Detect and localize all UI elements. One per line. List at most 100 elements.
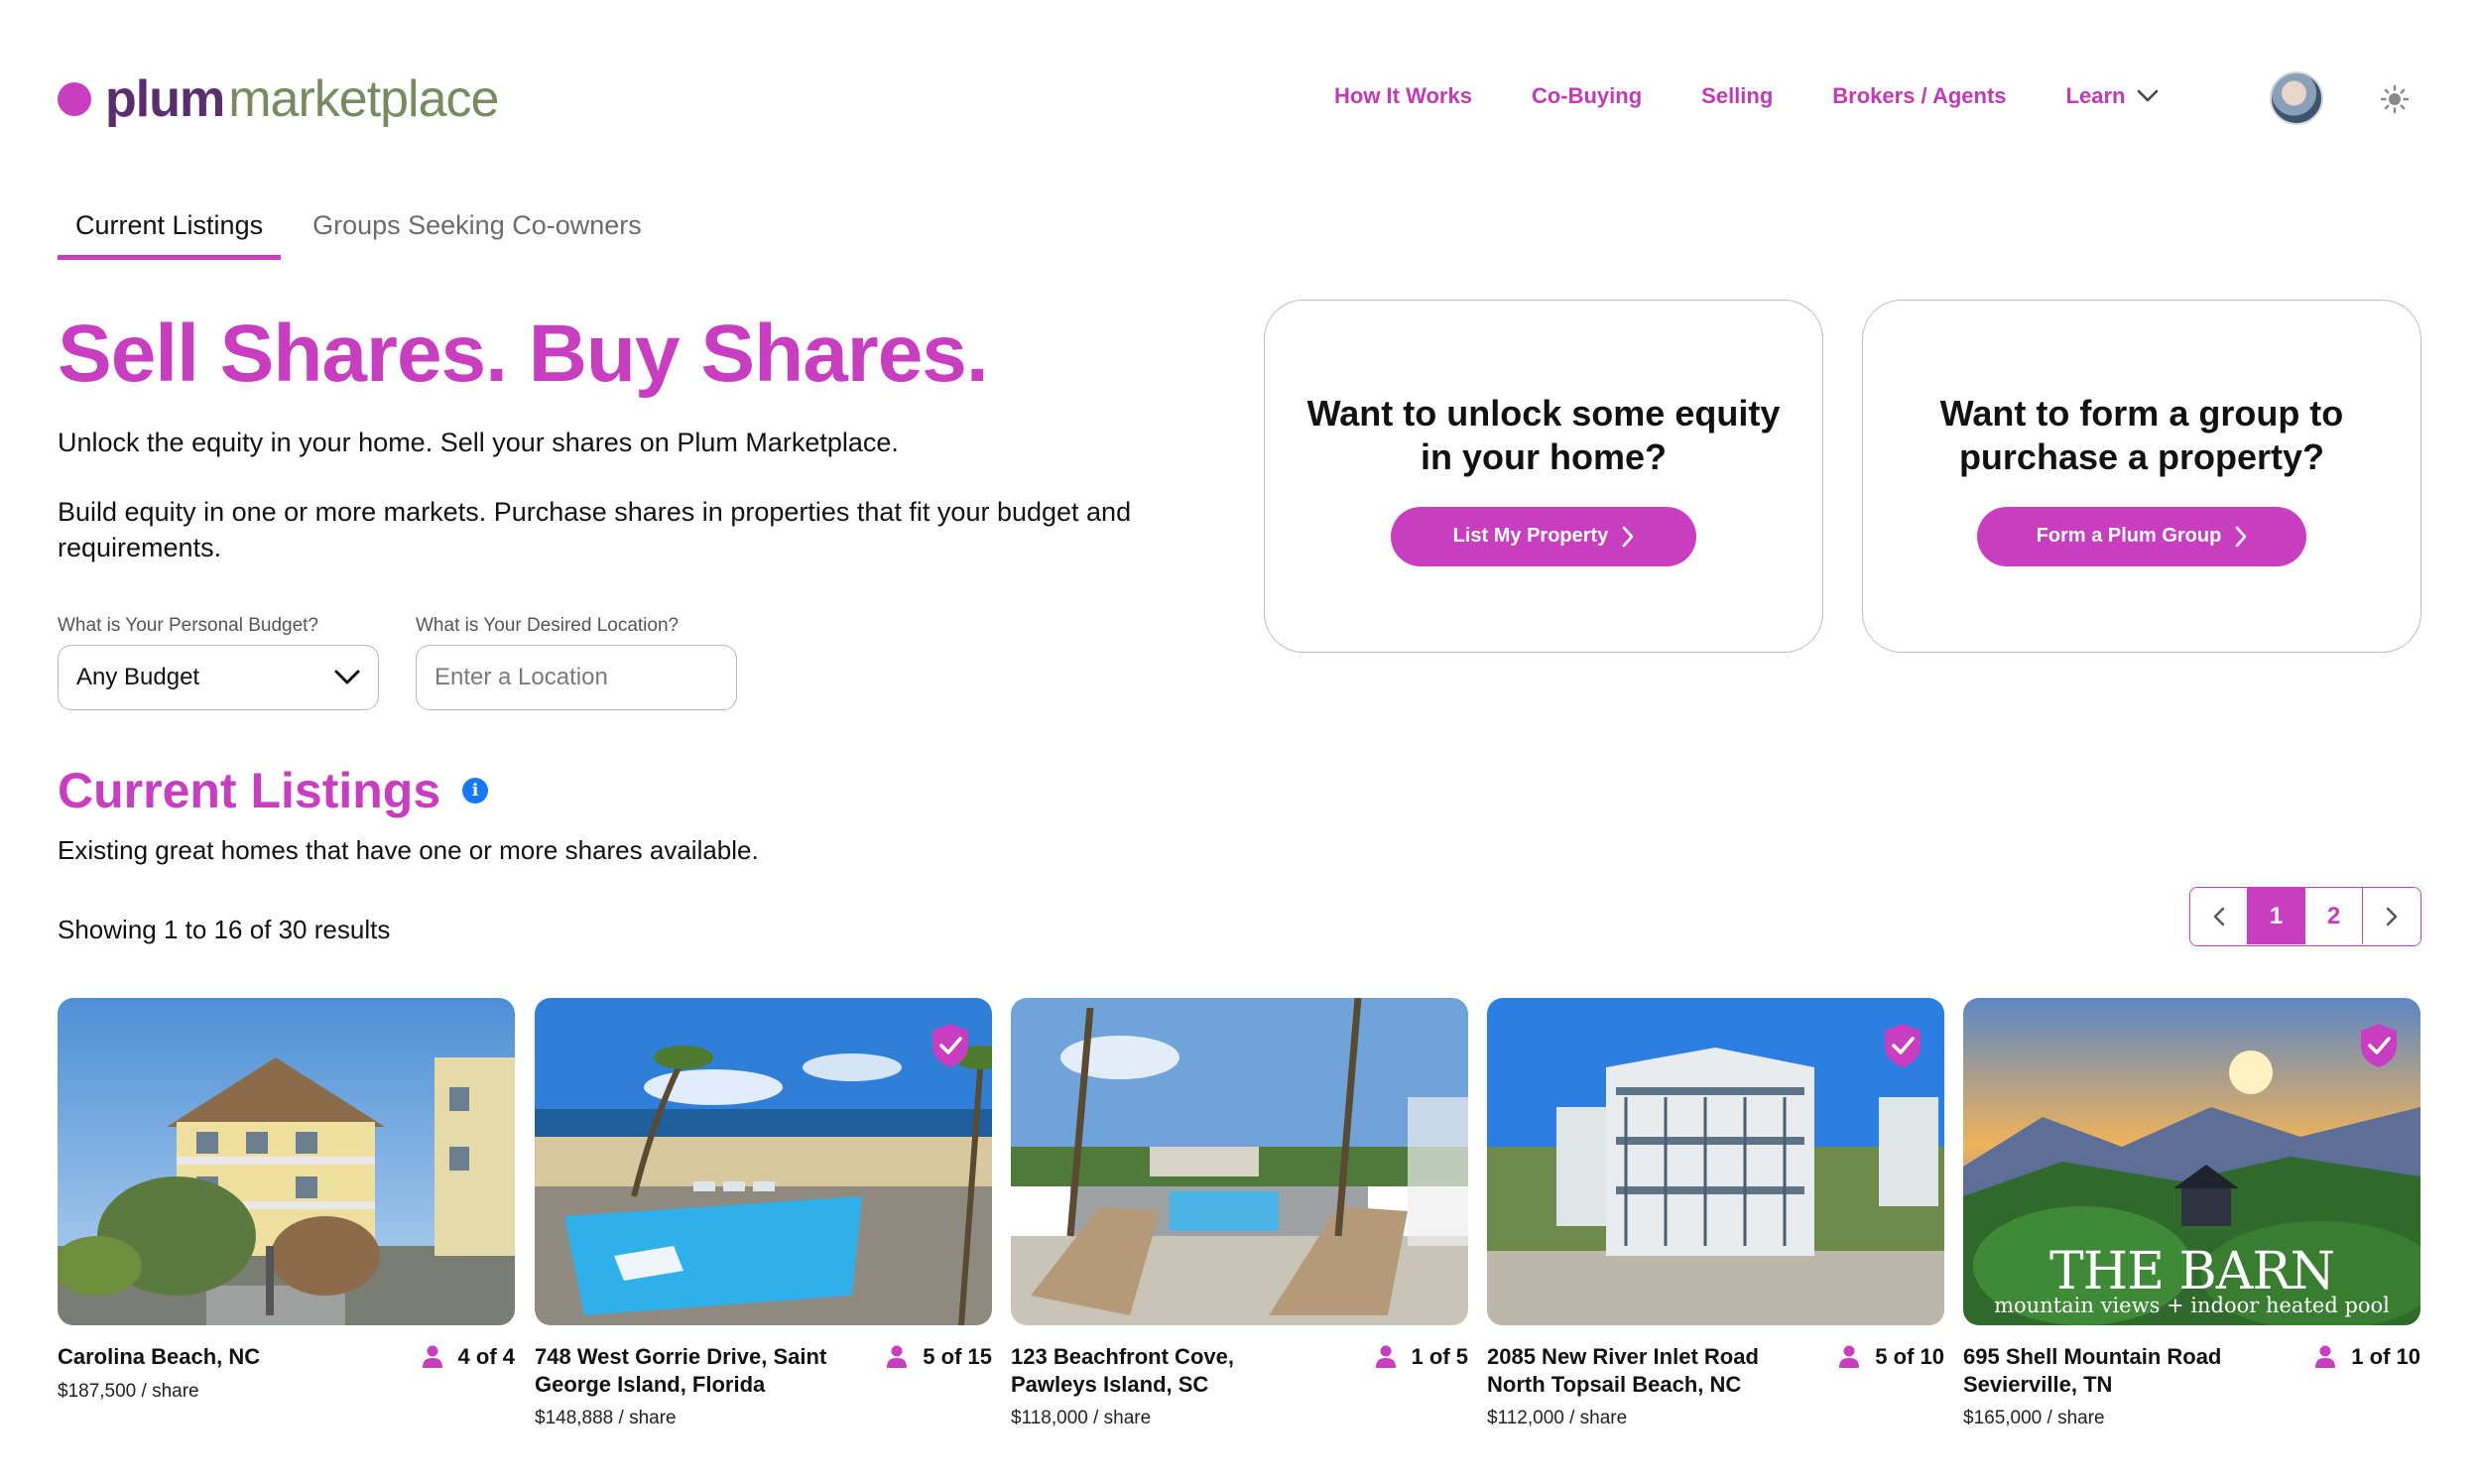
- listing-tabs: Current Listings Groups Seeking Co-owner…: [58, 210, 674, 260]
- cta-heading: Want to form a group to purchase a prope…: [1939, 393, 2344, 477]
- person-icon: [1375, 1345, 1396, 1368]
- listing-address: 123 Beachfront Cove, Pawleys Island, SC: [1011, 1344, 1234, 1397]
- listings-title: Current Listings i: [58, 762, 489, 819]
- listing-photo[interactable]: [1011, 998, 1468, 1325]
- nav-label: How It Works: [1334, 83, 1472, 108]
- user-avatar[interactable]: [2270, 71, 2323, 125]
- nav-label: Co-Buying: [1531, 83, 1643, 108]
- listing-shares: 1 of 5: [1375, 1343, 1468, 1398]
- nav-selling[interactable]: Selling: [1701, 83, 1773, 109]
- chevron-right-icon: [2386, 907, 2398, 926]
- tab-groups-seeking-co-owners[interactable]: Groups Seeking Co-owners: [295, 210, 660, 260]
- nav-label: Learn: [2065, 83, 2126, 108]
- location-label: What is Your Desired Location?: [416, 615, 680, 636]
- listing-info: 748 West Gorrie Drive, Saint George Isla…: [535, 1343, 992, 1398]
- listing-card[interactable]: Carolina Beach, NC 4 of 4 $187,500 / sha…: [58, 998, 515, 1403]
- person-icon: [2315, 1345, 2336, 1368]
- nav-label: Selling: [1701, 83, 1774, 108]
- shares-available: 5 of 15: [923, 1344, 992, 1369]
- results-count: Showing 1 to 16 of 30 results: [58, 915, 391, 944]
- verified-badge-icon: [2361, 1024, 2397, 1067]
- chevron-right-icon: [2236, 526, 2247, 548]
- chevron-left-icon: [2213, 907, 2224, 926]
- listing-image-tagline: mountain views + indoor heated pool: [1994, 1294, 2390, 1317]
- brand-logo[interactable]: plum marketplace: [58, 69, 499, 129]
- button-label: Form a Plum Group: [2036, 525, 2222, 548]
- theme-toggle-button[interactable]: [2379, 83, 2411, 115]
- listing-image-title: THE BARN: [2049, 1242, 2335, 1301]
- listing-info: 123 Beachfront Cove, Pawleys Island, SC …: [1011, 1343, 1468, 1398]
- listing-shares: 5 of 15: [887, 1343, 992, 1398]
- hero-description-sell: Unlock the equity in your home. Sell you…: [58, 428, 899, 457]
- nav-co-buying[interactable]: Co-Buying: [1532, 83, 1642, 109]
- chevron-right-icon: [1623, 526, 1634, 548]
- listing-price: $148,888 / share: [535, 1408, 677, 1428]
- verified-badge-icon: [1885, 1024, 1921, 1067]
- main-nav: How It Works Co-Buying Selling Brokers /…: [1334, 83, 2218, 109]
- location-field: [416, 645, 737, 710]
- cta-heading: Want to unlock some equity in your home?: [1306, 393, 1781, 477]
- nav-learn-dropdown[interactable]: Learn: [2066, 83, 2160, 109]
- budget-select[interactable]: Any Budget: [58, 645, 379, 710]
- cta-card-list-property: Want to unlock some equity in your home?…: [1264, 300, 1823, 653]
- listing-card[interactable]: 2085 New River Inlet Road North Topsail …: [1487, 998, 1944, 1429]
- listing-info: Carolina Beach, NC 4 of 4: [58, 1343, 515, 1371]
- sun-icon: [2380, 84, 2410, 114]
- budget-label: What is Your Personal Budget?: [58, 615, 319, 636]
- info-icon[interactable]: i: [462, 778, 489, 804]
- page-1-button[interactable]: 1: [2248, 888, 2305, 944]
- site-header: plum marketplace How It Works Co-Buying …: [0, 0, 2480, 198]
- nav-how-it-works[interactable]: How It Works: [1334, 83, 1472, 109]
- listing-address: 695 Shell Mountain Road Sevierville, TN: [1963, 1344, 2222, 1397]
- listings-title-text: Current Listings: [58, 763, 441, 818]
- listing-address: 2085 New River Inlet Road North Topsail …: [1487, 1344, 1759, 1397]
- cta-card-form-group: Want to form a group to purchase a prope…: [1862, 300, 2421, 653]
- tab-current-listings[interactable]: Current Listings: [58, 210, 282, 260]
- shares-available: 1 of 5: [1411, 1344, 1468, 1369]
- chevron-down-icon: [2138, 89, 2159, 102]
- listing-photo[interactable]: [535, 998, 992, 1325]
- listing-info: 2085 New River Inlet Road North Topsail …: [1487, 1343, 1944, 1398]
- listing-shares: 1 of 10: [2315, 1343, 2420, 1398]
- listings-subtitle: Existing great homes that have one or mo…: [58, 835, 759, 865]
- chevron-down-icon: [334, 670, 360, 684]
- listing-price: $187,500 / share: [58, 1380, 199, 1402]
- shares-available: 5 of 10: [1875, 1344, 1944, 1369]
- page-2-button[interactable]: 2: [2305, 888, 2363, 944]
- verified-badge-icon: [932, 1024, 968, 1067]
- pagination: 1 2: [2189, 887, 2421, 946]
- budget-selected-value: Any Budget: [76, 664, 200, 690]
- next-page-button[interactable]: [2363, 888, 2420, 944]
- listing-price: $112,000 / share: [1487, 1408, 1628, 1428]
- person-icon: [887, 1345, 908, 1368]
- logo-text-plum: plum: [105, 70, 225, 128]
- logo-text-marketplace: marketplace: [228, 70, 499, 128]
- button-label: List My Property: [1452, 525, 1609, 548]
- person-icon: [1839, 1345, 1860, 1368]
- listing-address: Carolina Beach, NC: [58, 1344, 261, 1369]
- listing-photo[interactable]: [1487, 998, 1944, 1325]
- shares-available: 1 of 10: [2351, 1344, 2420, 1369]
- nav-brokers-agents[interactable]: Brokers / Agents: [1832, 83, 2006, 109]
- prev-page-button[interactable]: [2190, 888, 2248, 944]
- listing-price: $165,000 / share: [1963, 1408, 2105, 1428]
- location-input[interactable]: [434, 664, 718, 691]
- listing-photo[interactable]: [58, 998, 515, 1325]
- person-icon: [422, 1345, 442, 1368]
- listing-card[interactable]: THE BARN mountain views + indoor heated …: [1963, 998, 2420, 1429]
- listing-shares: 4 of 4: [422, 1343, 515, 1371]
- hero-description-buy: Build equity in one or more markets. Pur…: [58, 497, 1132, 563]
- nav-label: Brokers / Agents: [1832, 83, 2007, 108]
- list-my-property-button[interactable]: List My Property: [1391, 506, 1696, 566]
- listing-address: 748 West Gorrie Drive, Saint George Isla…: [535, 1344, 827, 1397]
- listing-price: $118,000 / share: [1011, 1408, 1152, 1428]
- shares-available: 4 of 4: [457, 1344, 515, 1369]
- hero-title: Sell Shares. Buy Shares.: [58, 309, 989, 399]
- listing-card[interactable]: 123 Beachfront Cove, Pawleys Island, SC …: [1011, 998, 1468, 1429]
- logo-mark: [58, 82, 91, 116]
- listing-photo[interactable]: THE BARN mountain views + indoor heated …: [1963, 998, 2420, 1325]
- form-plum-group-button[interactable]: Form a Plum Group: [1977, 506, 2306, 566]
- listing-info: 695 Shell Mountain Road Sevierville, TN …: [1963, 1343, 2420, 1398]
- listing-shares: 5 of 10: [1839, 1343, 1944, 1398]
- listing-card[interactable]: 748 West Gorrie Drive, Saint George Isla…: [535, 998, 992, 1429]
